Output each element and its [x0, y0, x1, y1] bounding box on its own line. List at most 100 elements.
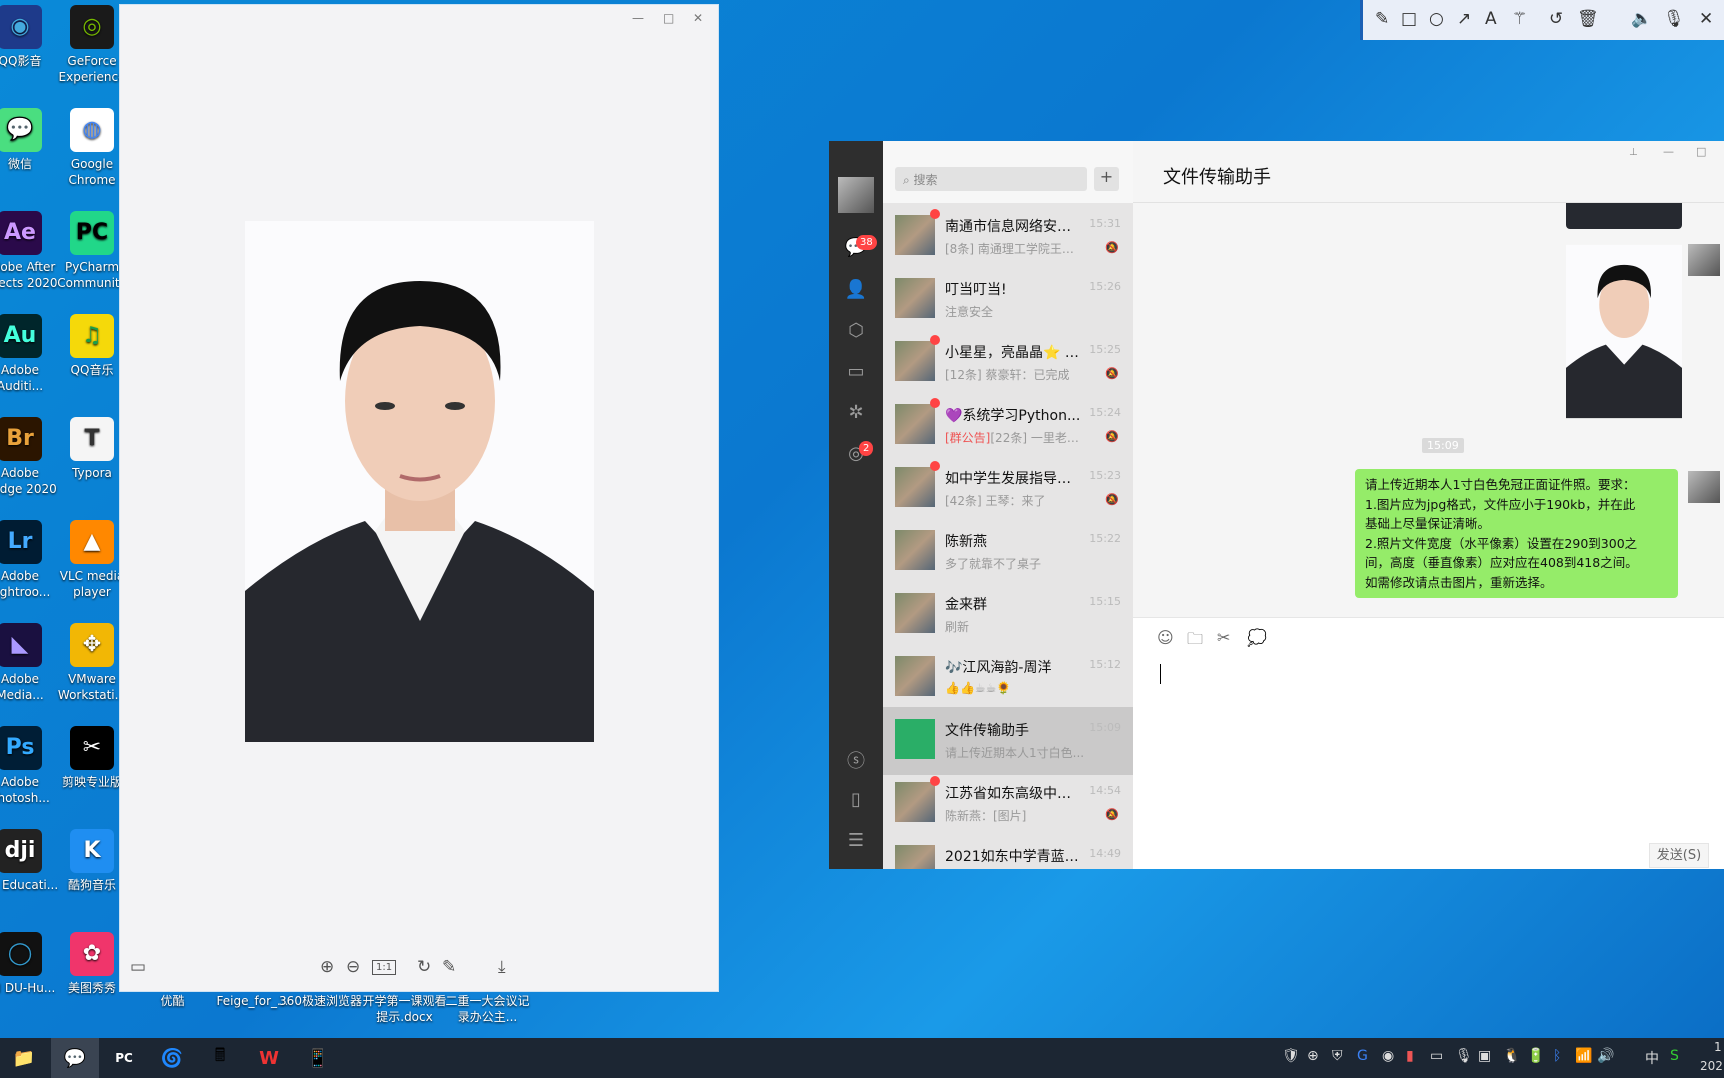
bluetooth-icon[interactable]: ᛒ: [1553, 1048, 1561, 1064]
chat-list-item[interactable]: 小星星，亮晶晶⭐ (... [12条] 蔡豪轩：已完成 15:25 🔕: [883, 329, 1133, 397]
actual-size-button[interactable]: 1:1: [372, 960, 397, 975]
my-avatar[interactable]: [1688, 244, 1720, 276]
trash-icon[interactable]: 🗑: [1577, 9, 1599, 29]
screenshot-icon[interactable]: ✂: [1217, 628, 1230, 647]
clock-time[interactable]: 1: [1714, 1040, 1722, 1054]
chat-list-item[interactable]: 🎶江风海韵-周洋 👍👍☕☕🌻 15:12: [883, 644, 1133, 712]
image-message[interactable]: [1566, 203, 1682, 229]
nvidia-tray-icon[interactable]: ◉: [1382, 1048, 1394, 1064]
rotate-icon[interactable]: ↻: [417, 957, 431, 977]
pin-icon[interactable]: ⊥: [1629, 147, 1638, 158]
desktop-icon[interactable]: ◉ QQ影音: [0, 5, 60, 69]
undo-icon[interactable]: ↺: [1549, 9, 1563, 29]
file-explorer-icon[interactable]: 📁: [0, 1038, 48, 1078]
desktop-icon-label[interactable]: 开学第一课观看提示.docx: [362, 993, 447, 1025]
desktop-icon[interactable]: Au Adobe Auditi...: [0, 314, 60, 394]
rectangle-icon[interactable]: □: [1401, 9, 1417, 29]
desktop-icon-label[interactable]: 优酷: [130, 993, 215, 1009]
calculator-icon[interactable]: 🖩: [196, 1038, 244, 1078]
file-icon[interactable]: 🗀: [1187, 628, 1203, 655]
ime-indicator[interactable]: 中: [1645, 1048, 1659, 1068]
image-message[interactable]: [1566, 244, 1682, 419]
browser-taskbar-icon[interactable]: 🌀: [148, 1038, 196, 1078]
close-icon[interactable]: ✕: [1699, 9, 1713, 29]
chat-list-item[interactable]: 💜系统学习Python... [群公告][22条] 一里老师... 15:24 🔕: [883, 392, 1133, 460]
maximize-button[interactable]: □: [663, 11, 674, 25]
phone-icon[interactable]: ▯: [844, 789, 868, 813]
wifi-icon[interactable]: 📶: [1575, 1048, 1592, 1064]
avatar[interactable]: [838, 177, 874, 213]
mini-program-icon[interactable]: ✲: [844, 402, 868, 426]
desktop-icon[interactable]: Br Adobe Bridge 2020: [0, 417, 60, 497]
speaker-icon[interactable]: 🔈: [1631, 9, 1652, 29]
desktop-icon-label: QQ影音: [0, 54, 42, 68]
message-input-area[interactable]: ☺ 🗀 ✂ 💭 发送(S): [1133, 617, 1724, 869]
desktop-icon[interactable]: Ae Adobe After Effects 2020: [0, 211, 60, 291]
download-icon[interactable]: ⤓: [498, 957, 506, 977]
chat-list-item[interactable]: 江苏省如东高级中学... 陈新燕：[图片] 14:54 🔕: [883, 770, 1133, 838]
pycharm-taskbar-icon[interactable]: PC: [100, 1038, 148, 1078]
desktop-icon[interactable]: Lr Adobe Lightroo...: [0, 520, 60, 600]
clock-date[interactable]: 202: [1700, 1059, 1723, 1073]
network-app-icon[interactable]: ▣: [1478, 1048, 1491, 1064]
my-avatar[interactable]: [1688, 471, 1720, 503]
desktop-icon[interactable]: 💬 微信: [0, 108, 60, 172]
zoom-out-icon[interactable]: ⊖: [346, 957, 360, 977]
folder-icon[interactable]: ▭: [844, 361, 868, 385]
wps-icon[interactable]: W: [245, 1038, 293, 1078]
minimize-button[interactable]: —: [1663, 145, 1674, 158]
text-icon[interactable]: A: [1485, 9, 1497, 29]
tablet-icon[interactable]: 📱: [294, 1038, 342, 1078]
microphone-icon[interactable]: 🎙: [1663, 9, 1685, 29]
security-shield-icon[interactable]: 🛡: [1282, 1048, 1300, 1064]
emoji-icon[interactable]: ☺: [1157, 628, 1174, 647]
magic-wand-icon[interactable]: ⚚: [1512, 9, 1527, 29]
volume-icon[interactable]: 🔊: [1597, 1048, 1614, 1064]
message-line: 如需修改请点击图片，重新选择。: [1365, 574, 1553, 590]
desktop-icon-label[interactable]: 二重一大会议记录办公主...: [445, 993, 530, 1025]
channels-icon[interactable]: ⓢ: [844, 747, 868, 772]
chat-list-item[interactable]: 南通市信息网络安全... [8条] 南通理工学院王佳... 15:31 🔕: [883, 203, 1133, 271]
desktop-icon[interactable]: dji DJI Educati...: [0, 829, 60, 893]
search-input[interactable]: ⌕ 搜索: [895, 167, 1087, 191]
zoom-in-icon[interactable]: ⊕: [320, 957, 334, 977]
tray-g-icon[interactable]: G: [1357, 1048, 1368, 1064]
chat-list-item[interactable]: 陈新燕 多了就靠不了桌子 15:22: [883, 518, 1133, 586]
desktop-icon-label: DJI DU-Hu...: [0, 981, 56, 995]
desktop-icon[interactable]: ◯ DJI DU-Hu...: [0, 932, 60, 996]
desktop-icon-label[interactable]: 360极速浏览器: [278, 993, 363, 1009]
tray-app-icon[interactable]: ⊕: [1307, 1048, 1319, 1064]
add-button[interactable]: +: [1094, 167, 1119, 191]
edit-icon[interactable]: ✎: [442, 957, 456, 977]
battery-icon[interactable]: 🔋: [1527, 1048, 1544, 1064]
favorites-icon[interactable]: ⬡: [844, 320, 868, 344]
menu-icon[interactable]: ☰: [844, 830, 868, 854]
minimize-button[interactable]: —: [632, 11, 644, 25]
app-icon: ◯: [0, 932, 42, 976]
desktop-icon[interactable]: ◣ Adobe Media...: [0, 623, 60, 703]
microphone-tray-icon[interactable]: 🎙: [1455, 1048, 1473, 1064]
circle-icon[interactable]: ○: [1429, 9, 1444, 29]
pencil-icon[interactable]: ✎: [1375, 9, 1389, 29]
thumbnail-icon[interactable]: ▭: [130, 957, 146, 977]
wechat-taskbar-icon[interactable]: 💬: [51, 1038, 99, 1078]
office-icon[interactable]: ▮: [1406, 1048, 1414, 1064]
send-button[interactable]: 发送(S): [1649, 843, 1709, 868]
chat-history-icon[interactable]: 💭: [1247, 628, 1267, 647]
text-message-bubble[interactable]: 请上传近期本人1寸白色免冠正面证件照。要求： 1.图片应为jpg格式，文件应小于1…: [1355, 469, 1678, 598]
sogou-icon[interactable]: S: [1670, 1048, 1679, 1064]
qq-icon[interactable]: 🐧: [1503, 1048, 1520, 1064]
contacts-icon[interactable]: 👤: [844, 279, 868, 303]
chat-list-item[interactable]: 文件传输助手 请上传近期本人1寸白色... 15:09: [883, 707, 1133, 775]
chat-preview: 多了就靠不了桌子: [945, 555, 1085, 572]
chat-list-item[interactable]: 如中学生发展指导中... [42条] 王琴：来了 15:23 🔕: [883, 455, 1133, 523]
desktop-icon[interactable]: Ps Adobe Photosh...: [0, 726, 60, 806]
windows-security-icon[interactable]: ⛨: [1332, 1048, 1343, 1064]
maximize-button[interactable]: □: [1696, 145, 1706, 158]
chat-list-item[interactable]: 金来群 刷新 15:15: [883, 581, 1133, 649]
chat-list-item[interactable]: 2021如东中学青蓝工... 14:49: [883, 833, 1133, 869]
chat-list-item[interactable]: 叮当叮当! 注意安全 15:26: [883, 266, 1133, 334]
display-icon[interactable]: ▭: [1430, 1048, 1443, 1064]
arrow-icon[interactable]: ↗: [1457, 9, 1471, 29]
close-button[interactable]: ✕: [693, 11, 703, 25]
